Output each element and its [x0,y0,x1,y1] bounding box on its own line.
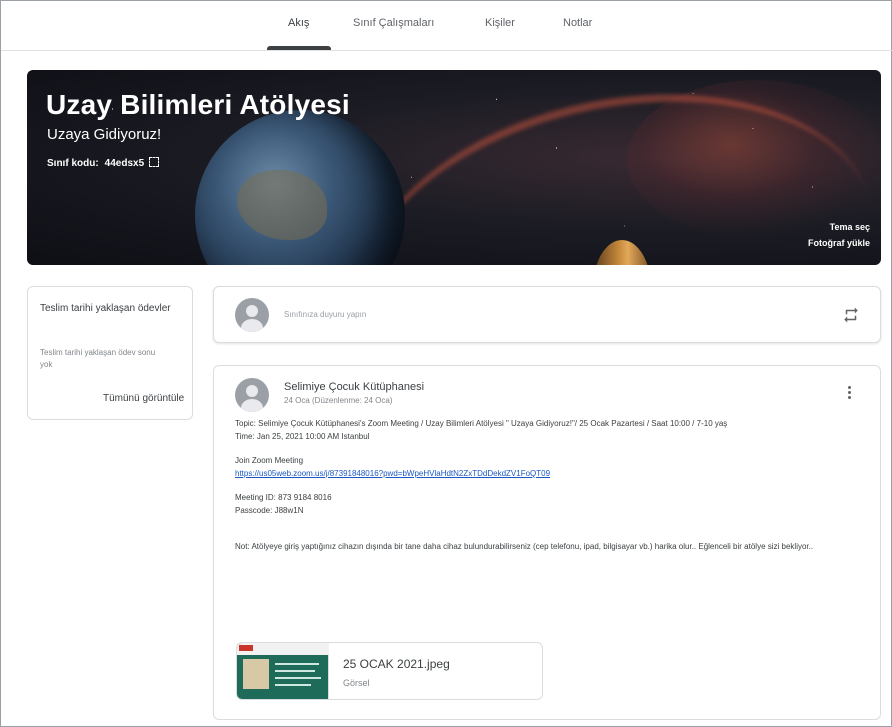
class-title: Uzay Bilimleri Atölyesi [46,89,350,120]
announcement-post: Selimiye Çocuk Kütüphanesi 24 Oca (Düzen… [213,365,881,720]
select-theme-link[interactable]: Tema seç [830,222,870,232]
top-nav: Akış Sınıf Çalışmaları Kişiler Notlar [1,1,892,51]
upcoming-empty-text: Teslim tarihi yaklaşan ödev sonu yok [40,348,156,369]
more-options-icon[interactable] [846,386,852,402]
author-avatar [235,378,269,412]
class-code: Sınıf kodu: 44edsx5 [47,157,160,169]
attachment-thumbnail [237,643,329,699]
tab-grades[interactable]: Notlar [563,17,592,29]
view-all-link[interactable]: Tümünü görüntüle [103,393,184,404]
upcoming-title: Teslim tarihi yaklaşan ödevler [40,303,171,314]
upload-photo-link[interactable]: Fotoğraf yükle [808,238,870,248]
page-frame: Akış Sınıf Çalışmaları Kişiler Notlar Uz… [0,0,892,727]
post-time: Time: Jan 25, 2021 10:00 AM Istanbul [235,431,370,441]
user-avatar [235,298,269,332]
post-passcode: Passcode: J88w1N [235,505,304,515]
attachment-type: Görsel [343,678,370,688]
attachment-card[interactable]: 25 OCAK 2021.jpeg Görsel [236,642,543,700]
tab-classwork[interactable]: Sınıf Çalışmaları [353,17,434,29]
zoom-meeting-link[interactable]: https://us05web.zoom.us/j/87391848016?pw… [235,469,550,478]
post-topic: Topic: Selimiye Çocuk Kütüphanesi's Zoom… [235,419,728,428]
class-code-value: 44edsx5 [104,158,145,169]
tab-stream[interactable]: Akış [288,17,309,29]
post-note: Not: Atölyeye giriş yaptığınız cihazın d… [235,542,814,551]
attachment-name: 25 OCAK 2021.jpeg [343,657,450,671]
post-join-label: Join Zoom Meeting [235,456,304,465]
repost-icon[interactable] [842,306,860,324]
post-author: Selimiye Çocuk Kütüphanesi [284,381,425,393]
tab-people[interactable]: Kişiler [485,17,515,29]
upcoming-card: Teslim tarihi yaklaşan ödevler Teslim ta… [27,286,193,420]
class-subtitle: Uzaya Gidiyoruz! [47,126,162,143]
post-meeting-id: Meeting ID: 873 9184 8016 [235,493,332,502]
announcement-input[interactable]: Sınıfınıza duyuru yapın [284,310,366,319]
post-date: 24 Oca (Düzenlenme: 24 Oca) [284,396,393,405]
fullscreen-icon[interactable] [149,157,160,167]
class-code-label: Sınıf kodu: [47,158,99,169]
announcement-composer[interactable]: Sınıfınıza duyuru yapın [213,286,881,343]
post-body: Topic: Selimiye Çocuk Kütüphanesi's Zoom… [235,418,855,554]
active-tab-indicator [267,46,331,50]
